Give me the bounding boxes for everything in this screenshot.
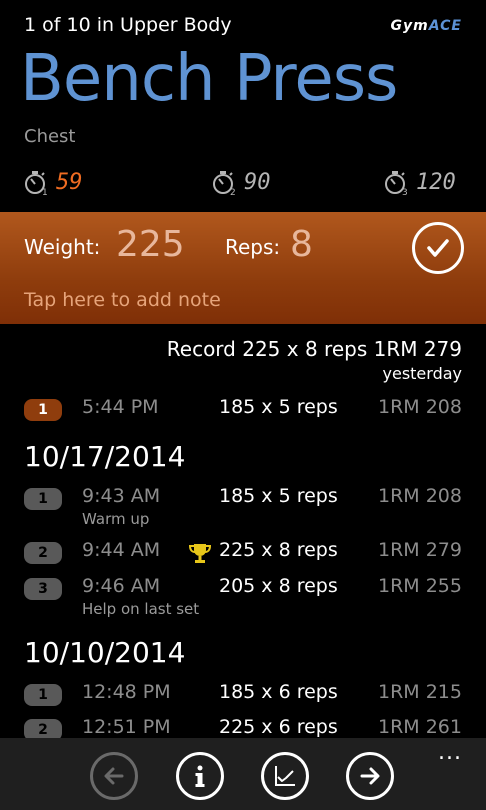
- set-note: Help on last set: [82, 600, 200, 618]
- set-weight-reps: 185 x 5 reps: [219, 396, 338, 418]
- set-note: Warm up: [82, 510, 150, 528]
- logo-gym-text: Gym: [390, 18, 429, 34]
- muscle-group-label: Chest: [24, 126, 76, 147]
- set-weight-reps: 185 x 5 reps: [219, 485, 338, 507]
- more-options-button[interactable]: ...: [438, 740, 462, 765]
- set-time: 9:43 AM: [82, 485, 161, 507]
- svg-text:1: 1: [42, 188, 48, 196]
- add-note-field[interactable]: Tap here to add note: [24, 289, 221, 311]
- rest-timer-1-value: 59: [56, 169, 83, 195]
- previous-exercise-button[interactable]: [90, 752, 138, 800]
- set-row[interactable]: 3 9:46 AM 205 x 8 reps 1RM 255 Help on l…: [0, 575, 486, 618]
- set-one-rep-max: 1RM 208: [378, 485, 462, 507]
- rest-timer-1[interactable]: 1 59: [22, 168, 83, 196]
- set-weight-reps: 225 x 8 reps: [219, 539, 338, 561]
- personal-record-date: yesterday: [382, 364, 463, 383]
- back-arrow-icon: [104, 767, 124, 785]
- svg-text:3: 3: [402, 188, 408, 196]
- set-number-badge: 1: [24, 684, 62, 706]
- set-number-badge: 2: [24, 542, 62, 564]
- set-number-badge: 1: [24, 399, 62, 421]
- stopwatch-2-icon: 2: [213, 171, 236, 196]
- weight-label: Weight:: [24, 235, 101, 259]
- set-one-rep-max: 1RM 261: [378, 716, 462, 738]
- set-row[interactable]: 2 9:44 AM 225 x 8 reps 1RM 279: [0, 539, 486, 569]
- set-time: 5:44 PM: [82, 396, 159, 418]
- rest-timer-3[interactable]: 3 120: [382, 168, 456, 196]
- stopwatch-3-icon: 3: [385, 171, 408, 196]
- set-time: 9:44 AM: [82, 539, 161, 561]
- set-time: 12:51 PM: [82, 716, 171, 738]
- gymace-logo: GymACE: [391, 18, 462, 34]
- set-row[interactable]: 1 12:48 PM 185 x 6 reps 1RM 215: [0, 681, 486, 711]
- set-number-badge: 3: [24, 578, 62, 600]
- progress-chart-button[interactable]: [261, 752, 309, 800]
- history-date-header: 10/17/2014: [24, 440, 186, 473]
- set-weight-reps: 225 x 6 reps: [219, 716, 338, 738]
- set-weight-reps: 185 x 6 reps: [219, 681, 338, 703]
- set-one-rep-max: 1RM 255: [378, 575, 462, 597]
- rest-timer-2[interactable]: 2 90: [210, 168, 271, 196]
- trophy-icon: [188, 544, 212, 563]
- set-time: 12:48 PM: [82, 681, 171, 703]
- chart-icon: [275, 766, 295, 786]
- set-weight-reps: 205 x 8 reps: [219, 575, 338, 597]
- set-one-rep-max: 1RM 279: [378, 539, 462, 561]
- set-row[interactable]: 1 5:44 PM 185 x 5 reps 1RM 208: [0, 396, 486, 426]
- personal-record-text: Record 225 x 8 reps 1RM 279: [166, 337, 462, 361]
- checkmark-icon: [427, 239, 449, 257]
- set-number-badge: 1: [24, 488, 62, 510]
- stopwatch-1-icon: 1: [25, 171, 48, 196]
- workout-position-label: 1 of 10 in Upper Body: [24, 14, 232, 36]
- history-date-header: 10/10/2014: [24, 636, 186, 669]
- rest-timer-2-value: 90: [244, 169, 271, 195]
- rest-timer-3-value: 120: [416, 169, 456, 195]
- set-row[interactable]: 1 9:43 AM 185 x 5 reps 1RM 208 Warm up: [0, 485, 486, 528]
- reps-input[interactable]: 8: [290, 224, 313, 265]
- weight-input[interactable]: 225: [116, 224, 185, 265]
- svg-text:2: 2: [230, 188, 236, 196]
- app-bar: [0, 738, 486, 810]
- set-time: 9:46 AM: [82, 575, 161, 597]
- logo-ace-text: ACE: [428, 18, 462, 34]
- set-one-rep-max: 1RM 208: [378, 396, 462, 418]
- info-button[interactable]: [176, 752, 224, 800]
- set-one-rep-max: 1RM 215: [378, 681, 462, 703]
- next-exercise-button[interactable]: [346, 752, 394, 800]
- exercise-title: Bench Press: [20, 42, 398, 116]
- info-icon: [195, 765, 205, 787]
- reps-label: Reps:: [225, 235, 281, 259]
- forward-arrow-icon: [360, 767, 380, 785]
- save-set-button[interactable]: [412, 222, 464, 274]
